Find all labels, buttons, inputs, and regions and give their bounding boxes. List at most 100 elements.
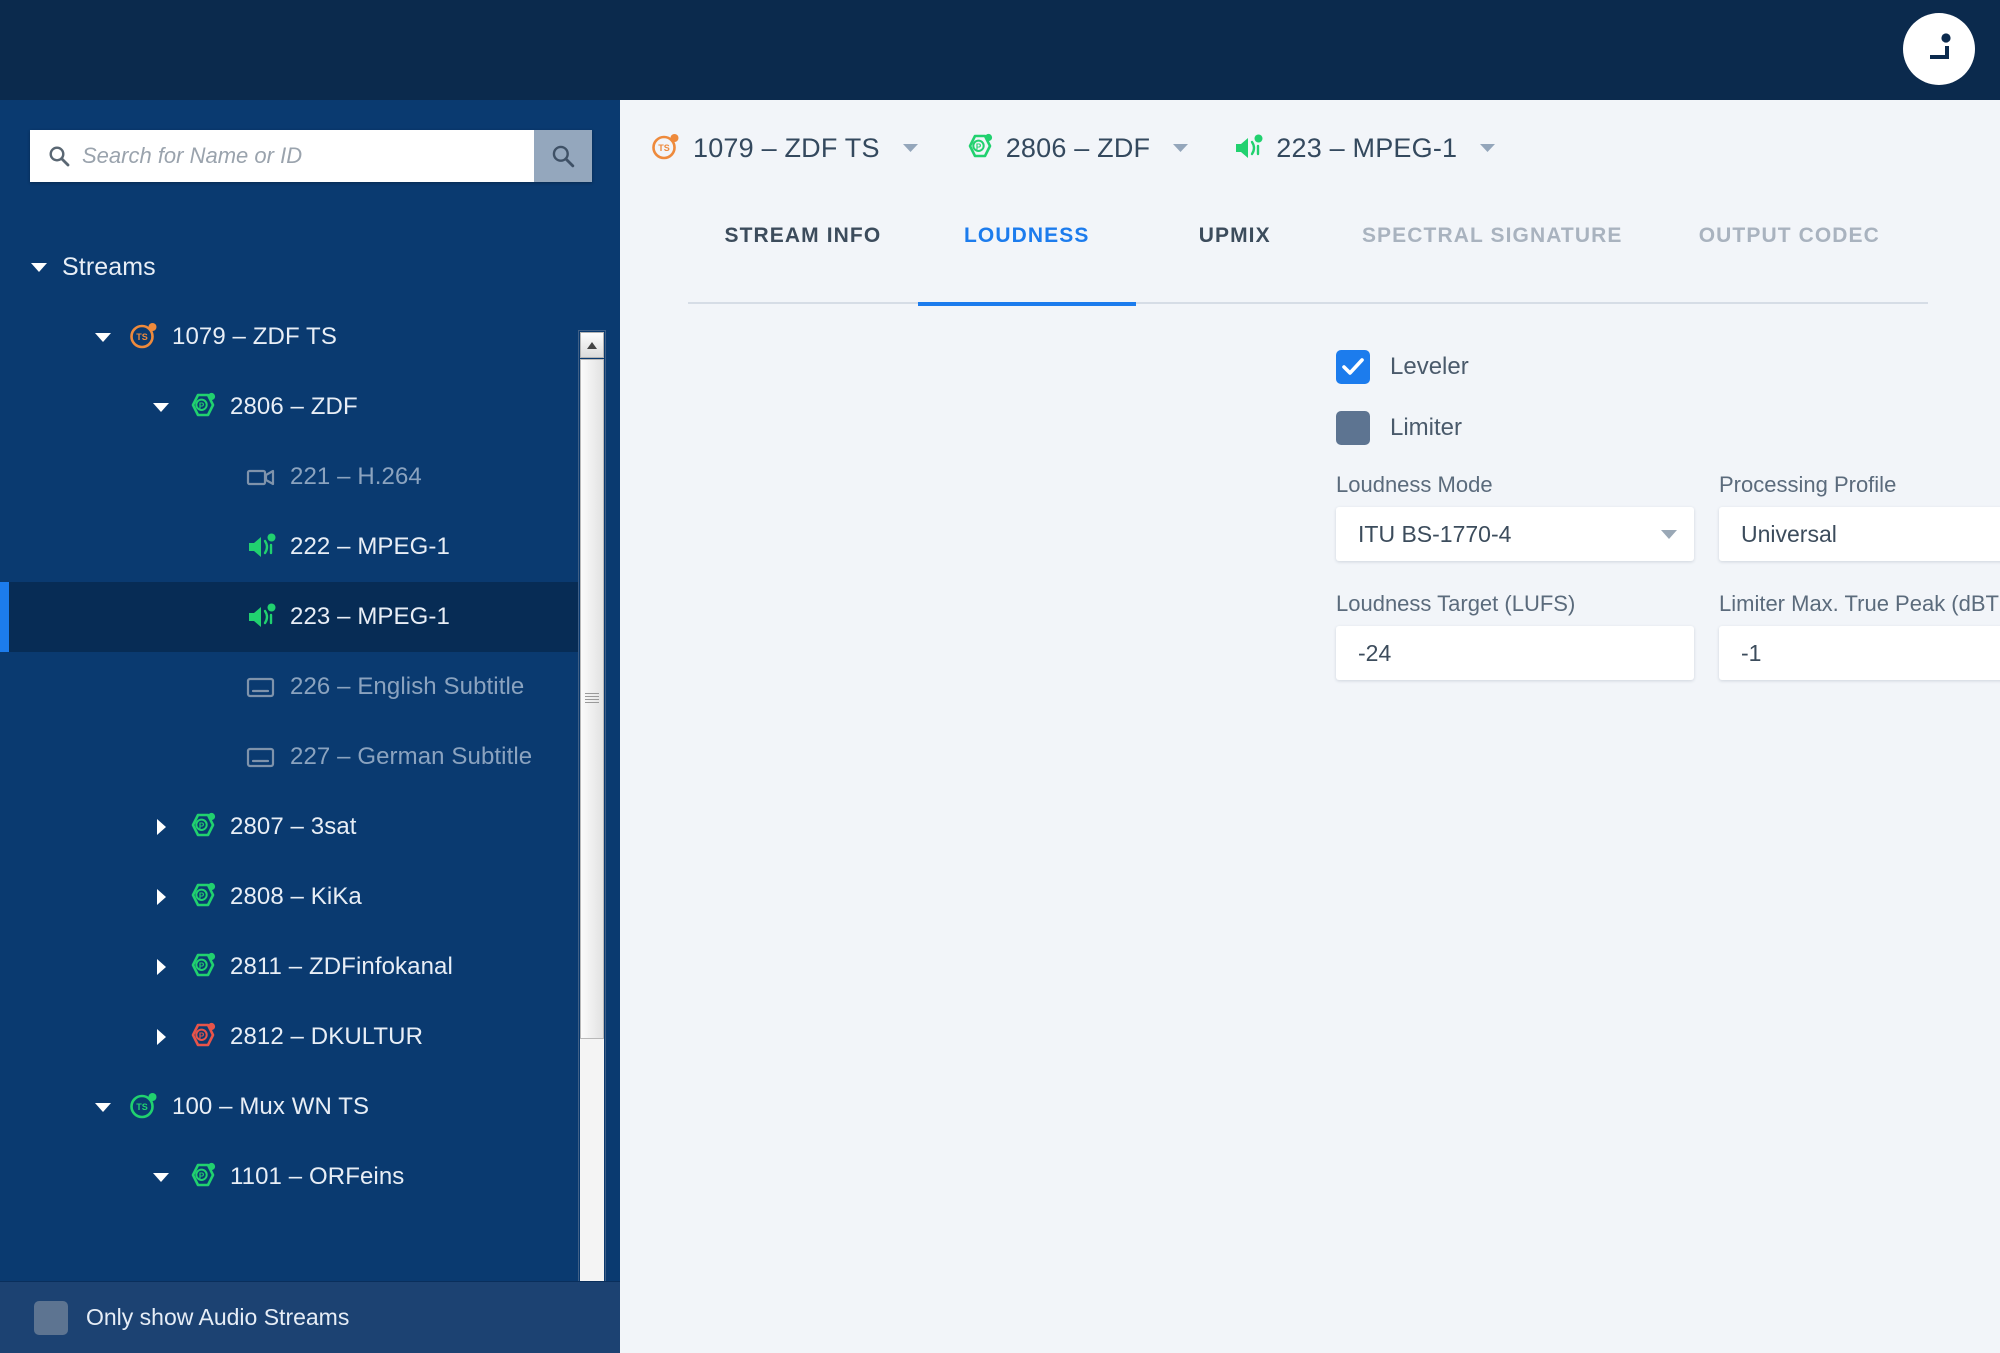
loudness-mode-value: ITU BS-1770-4 <box>1358 521 1660 548</box>
chevron-down-icon[interactable] <box>1479 143 1496 153</box>
program-icon: P <box>185 1161 217 1193</box>
tree-caret[interactable] <box>148 394 174 420</box>
tree-caret[interactable] <box>148 814 174 840</box>
top-bar <box>0 0 2000 100</box>
caret-right-icon <box>156 818 167 836</box>
tree-item-label: 2808 – KiKa <box>230 883 362 911</box>
tab-output-codec[interactable]: OUTPUT CODEC <box>1651 208 1928 304</box>
search-bar <box>30 130 592 182</box>
tree-item[interactable]: TS 100 – Mux WN TS <box>0 1072 580 1142</box>
tree-item[interactable]: 226 – English Subtitle <box>0 652 580 722</box>
breadcrumb-label: 223 – MPEG-1 <box>1276 133 1457 164</box>
program-green-icon: P <box>961 132 995 164</box>
audio-green-icon <box>244 531 278 563</box>
processing-profile-select[interactable]: Universal <box>1719 507 2000 561</box>
audio-green-icon <box>1231 132 1265 164</box>
field-row-1: Loudness Mode ITU BS-1770-4 Processing P… <box>1336 472 2000 561</box>
tree-item[interactable]: P 2808 – KiKa <box>0 862 580 932</box>
tree-caret[interactable] <box>148 1024 174 1050</box>
tree-item-label: Streams <box>62 253 156 282</box>
search-input[interactable] <box>82 143 534 169</box>
tree-item[interactable]: P 2807 – 3sat <box>0 792 580 862</box>
caret-right-icon <box>156 958 167 976</box>
chevron-down-icon[interactable] <box>902 143 919 153</box>
loudness-form: Leveler Limiter Loudness Mode ITU BS-177… <box>1336 350 2000 680</box>
chevron-down-icon[interactable] <box>1172 143 1189 153</box>
leveler-row[interactable]: Leveler <box>1336 350 2000 384</box>
tab-loudness[interactable]: LOUDNESS <box>918 208 1136 304</box>
loudness-target-label: Loudness Target (LUFS) <box>1336 591 1694 617</box>
scroll-up-button[interactable] <box>580 332 604 358</box>
tab-stream-info[interactable]: STREAM INFO <box>688 208 918 304</box>
loudness-mode-field: Loudness Mode ITU BS-1770-4 <box>1336 472 1694 561</box>
transport-stream-icon: TS <box>649 132 681 164</box>
tree-item[interactable]: TS1079 – ZDF TS <box>0 302 580 372</box>
tree-item-label: 2812 – DKULTUR <box>230 1023 423 1051</box>
tree-item[interactable]: P1101 – ORFeins <box>0 1142 580 1212</box>
tree-item[interactable]: P 2812 – DKULTUR <box>0 1002 580 1072</box>
breadcrumb-item[interactable]: P2806 – ZDF <box>961 132 1190 164</box>
tab-spectral-signature[interactable]: SPECTRAL SIGNATURE <box>1334 208 1651 304</box>
processing-profile-field: Processing Profile Universal <box>1719 472 2000 561</box>
program-icon: P <box>185 881 217 913</box>
tree-caret[interactable] <box>90 324 116 350</box>
tree-caret[interactable] <box>148 884 174 910</box>
loudness-target-value: -24 <box>1358 640 1678 667</box>
caret-up-icon <box>586 341 598 350</box>
video-icon <box>245 461 277 493</box>
caret-right-icon <box>156 1028 167 1046</box>
leveler-checkbox[interactable] <box>1336 350 1370 384</box>
program-green-icon: P <box>184 811 218 843</box>
svg-text:P: P <box>199 1031 205 1040</box>
info-button[interactable] <box>1903 13 1975 85</box>
only-audio-streams-row[interactable]: Only show Audio Streams <box>0 1281 620 1353</box>
tree-item-label: 221 – H.264 <box>290 463 422 491</box>
subtitle-icon <box>244 671 278 703</box>
scrollbar-grip <box>585 693 599 705</box>
breadcrumb-item[interactable]: TS1079 – ZDF TS <box>648 132 919 164</box>
tree-caret[interactable] <box>26 254 52 280</box>
svg-text:TS: TS <box>136 1102 148 1112</box>
limiter-checkbox[interactable] <box>1336 411 1370 445</box>
tree-caret[interactable] <box>148 1164 174 1190</box>
scrollbar-thumb[interactable] <box>580 359 604 1039</box>
only-audio-streams-checkbox[interactable] <box>34 1301 68 1335</box>
ts-orange-icon: TS <box>126 321 160 353</box>
breadcrumb-item[interactable]: 223 – MPEG-1 <box>1231 132 1496 164</box>
loudness-target-input[interactable]: -24 <box>1336 626 1694 680</box>
tree-item[interactable]: 221 – H.264 <box>0 442 580 512</box>
loudness-mode-label: Loudness Mode <box>1336 472 1694 498</box>
subtitle-icon <box>245 671 277 703</box>
search-button[interactable] <box>534 130 592 182</box>
audio-green-icon <box>244 601 278 633</box>
caret-down-icon <box>94 1102 112 1113</box>
field-row-2: Loudness Target (LUFS) -24 Limiter Max. … <box>1336 591 2000 680</box>
tree-caret <box>208 534 234 560</box>
tree-item-label: 2807 – 3sat <box>230 813 357 841</box>
tree-caret <box>208 464 234 490</box>
tree-caret[interactable] <box>148 954 174 980</box>
main-panel: TS1079 – ZDF TS P2806 – ZDF 223 – MPEG-1 S… <box>620 100 2000 1353</box>
transport-stream-icon: TS <box>127 1091 159 1123</box>
tree-item-label: 223 – MPEG-1 <box>290 603 450 631</box>
tree-item[interactable]: 223 – MPEG-1 <box>0 582 580 652</box>
audio-icon <box>245 531 277 563</box>
tree-scrollbar[interactable] <box>578 330 606 1350</box>
tree-item[interactable]: 222 – MPEG-1 <box>0 512 580 582</box>
tree-caret <box>208 604 234 630</box>
scrollbar-track[interactable] <box>580 359 604 1321</box>
tree-item[interactable]: P2811 – ZDFinfokanal <box>0 932 580 1002</box>
limiter-peak-input[interactable]: -1 <box>1719 626 2000 680</box>
tab-upmix[interactable]: UPMIX <box>1136 208 1334 304</box>
tree-item[interactable]: 227 – German Subtitle <box>0 722 580 792</box>
limiter-row[interactable]: Limiter <box>1336 411 2000 445</box>
transport-stream-icon: TS <box>127 321 159 353</box>
tree-item[interactable]: P2806 – ZDF <box>0 372 580 442</box>
loudness-mode-select[interactable]: ITU BS-1770-4 <box>1336 507 1694 561</box>
svg-text:P: P <box>199 891 205 900</box>
search-field[interactable] <box>30 130 534 182</box>
tree-item-label: 100 – Mux WN TS <box>172 1093 369 1121</box>
loudness-target-field: Loudness Target (LUFS) -24 <box>1336 591 1694 680</box>
tree-item[interactable]: Streams <box>0 232 580 302</box>
tree-caret[interactable] <box>90 1094 116 1120</box>
